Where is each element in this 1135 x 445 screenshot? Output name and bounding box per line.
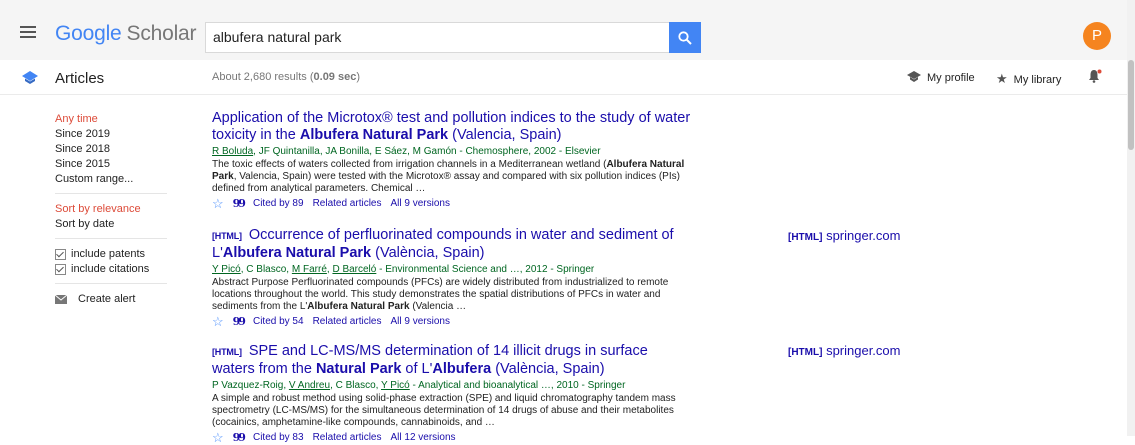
author-rest: , JF Quintanilla, JA Bonilla, E Sáez, M … xyxy=(253,146,601,157)
result-title[interactable]: [HTML] Occurrence of perfluorinated comp… xyxy=(212,227,692,262)
include-citations-checkbox[interactable]: include citations xyxy=(55,262,175,277)
search-icon xyxy=(678,30,692,45)
results-count: About 2,680 results (0.09 sec) xyxy=(212,71,360,83)
scrollbar[interactable] xyxy=(1127,0,1135,436)
sort-by-relevance[interactable]: Sort by relevance xyxy=(55,202,175,217)
filter-any-time[interactable]: Any time xyxy=(55,112,175,127)
sidebar-divider xyxy=(55,283,167,284)
sidebar-divider xyxy=(55,238,167,239)
all-versions-link[interactable]: All 9 versions xyxy=(390,315,449,328)
result-snippet: Abstract Purpose Perfluorinated compound… xyxy=(212,277,692,313)
result-title-bold: Albufera xyxy=(432,361,492,377)
include-patents-label: include patents xyxy=(71,248,145,260)
cite-quote-icon[interactable]: 99 xyxy=(233,315,246,328)
search-result: [HTML] Occurrence of perfluorinated comp… xyxy=(212,227,692,328)
my-library-label: My library xyxy=(1013,74,1062,86)
bell-icon xyxy=(1089,69,1102,83)
result-authors: Y Picó, C Blasco, M Farré, D Barceló - E… xyxy=(212,264,595,275)
include-citations-label: include citations xyxy=(71,263,150,275)
scholar-cap-icon xyxy=(22,71,38,84)
results-prefix: About 2,680 results ( xyxy=(212,71,314,83)
save-star-icon[interactable]: ☆ xyxy=(212,315,224,328)
search-input[interactable] xyxy=(213,29,653,45)
my-library-link[interactable]: ★ My library xyxy=(996,71,1061,87)
search-button[interactable] xyxy=(669,22,701,53)
result-snippet: A simple and robust method using solid-p… xyxy=(212,393,676,428)
section-title: Articles xyxy=(55,70,105,87)
save-star-icon[interactable]: ☆ xyxy=(212,197,224,210)
result-authors: P Vazquez-Roig, V Andreu, C Blasco, Y Pi… xyxy=(212,380,626,391)
filter-since-2019[interactable]: Since 2019 xyxy=(55,127,175,142)
fulltext-link[interactable]: [HTML] springer.com xyxy=(788,343,900,358)
snippet-bold: Albufera Natural Park xyxy=(307,301,410,312)
fulltext-link[interactable]: [HTML] springer.com xyxy=(788,228,900,243)
sub-header: Articles About 2,680 results (0.09 sec) … xyxy=(0,60,1128,95)
filter-custom-range[interactable]: Custom range... xyxy=(55,172,175,187)
related-articles-link[interactable]: Related articles xyxy=(313,431,382,444)
save-star-icon[interactable]: ☆ xyxy=(212,431,224,444)
result-actions: ☆ 99 Cited by 89 Related articles All 9 … xyxy=(212,197,692,210)
result-actions: ☆ 99 Cited by 83 Related articles All 12… xyxy=(212,431,692,444)
search-box xyxy=(205,22,670,53)
search-result: Application of the Microtox® test and po… xyxy=(212,110,692,210)
result-title-part: (València, Spain) xyxy=(371,245,485,261)
logo-primary: Google xyxy=(55,22,122,45)
filter-since-2018[interactable]: Since 2018 xyxy=(55,142,175,157)
result-title-bold: Natural Park xyxy=(315,361,402,377)
all-versions-link[interactable]: All 9 versions xyxy=(390,197,449,210)
result-title-part: of L' xyxy=(401,361,433,377)
checkbox-checked-icon xyxy=(55,249,66,260)
result-title-part: (Valencia, Spain) xyxy=(448,127,562,143)
sidebar-divider xyxy=(55,193,167,194)
related-articles-link[interactable]: Related articles xyxy=(313,315,382,328)
alerts-button[interactable] xyxy=(1088,69,1102,86)
cite-quote-icon[interactable]: 99 xyxy=(233,431,246,444)
menu-icon[interactable] xyxy=(20,26,36,38)
create-alert-label: Create alert xyxy=(78,293,136,305)
snippet-part: , Valencia, Spain) were tested with the … xyxy=(212,171,680,194)
result-title-bold: Albufera Natural Park xyxy=(222,245,372,261)
result-title-bold: Albufera Natural Park xyxy=(299,127,449,143)
fulltext-tag: [HTML] xyxy=(788,347,823,358)
author-link[interactable]: R Boluda xyxy=(212,146,253,157)
result-actions: ☆ 99 Cited by 54 Related articles All 9 … xyxy=(212,315,692,328)
left-sidebar: Any time Since 2019 Since 2018 Since 201… xyxy=(55,112,175,307)
fulltext-source: springer.com xyxy=(826,228,901,243)
cited-by-link[interactable]: Cited by 89 xyxy=(253,197,304,210)
top-bar: GoogleScholar P xyxy=(0,0,1135,60)
envelope-icon xyxy=(55,295,67,304)
results-suffix: ) xyxy=(356,71,361,83)
avatar[interactable]: P xyxy=(1083,22,1111,50)
sort-by-date[interactable]: Sort by date xyxy=(55,217,175,232)
filter-since-2015[interactable]: Since 2015 xyxy=(55,157,175,172)
html-tag: [HTML] xyxy=(212,347,242,357)
checkbox-checked-icon xyxy=(55,264,66,275)
result-authors: R Boluda, JF Quintanilla, JA Bonilla, E … xyxy=(212,145,692,158)
fulltext-tag: [HTML] xyxy=(788,232,823,243)
results-time: 0.09 sec xyxy=(313,71,357,83)
result-title-part: (València, Spain) xyxy=(491,361,605,377)
my-profile-link[interactable]: My profile xyxy=(907,71,975,84)
snippet-part: The toxic effects of waters collected fr… xyxy=(212,159,607,170)
google-scholar-logo[interactable]: Google Scholar xyxy=(55,22,197,46)
create-alert-button[interactable]: Create alert xyxy=(55,292,175,307)
result-title[interactable]: Application of the Microtox® test and po… xyxy=(212,110,692,144)
result-title[interactable]: [HTML] SPE and LC-MS/MS determination of… xyxy=(212,343,692,378)
related-articles-link[interactable]: Related articles xyxy=(313,197,382,210)
graduation-cap-icon xyxy=(907,71,921,82)
logo-secondary: Scholar xyxy=(126,22,197,45)
cited-by-link[interactable]: Cited by 54 xyxy=(253,315,304,328)
fulltext-source: springer.com xyxy=(826,343,901,358)
html-tag: [HTML] xyxy=(212,231,242,241)
scrollbar-thumb[interactable] xyxy=(1128,60,1134,150)
result-snippet: The toxic effects of waters collected fr… xyxy=(212,159,692,195)
cited-by-link[interactable]: Cited by 83 xyxy=(253,431,304,444)
search-result: [HTML] SPE and LC-MS/MS determination of… xyxy=(212,343,692,444)
all-versions-link[interactable]: All 12 versions xyxy=(390,431,455,444)
my-profile-label: My profile xyxy=(927,72,975,84)
cite-quote-icon[interactable]: 99 xyxy=(233,197,246,210)
include-patents-checkbox[interactable]: include patents xyxy=(55,247,175,262)
snippet-part: (Valencia … xyxy=(409,301,467,312)
star-icon: ★ xyxy=(996,71,1008,86)
